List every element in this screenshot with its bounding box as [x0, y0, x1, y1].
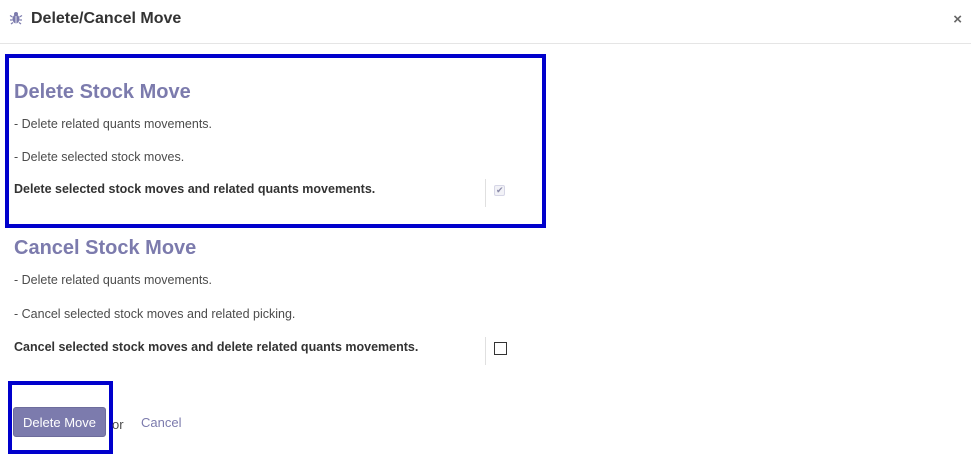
field-separator — [485, 179, 486, 207]
or-text: or — [112, 417, 124, 432]
bug-icon — [9, 11, 23, 25]
cancel-desc-line-1: - Delete related quants movements. — [14, 273, 213, 287]
checkmark-icon: ✔ — [496, 185, 504, 195]
field-separator — [485, 337, 486, 365]
cancel-desc-line-2: - Cancel selected stock moves and relate… — [14, 307, 296, 321]
delete-desc-line-1: - Delete related quants movements. — [14, 117, 213, 131]
delete-section-title: Delete Stock Move — [14, 81, 191, 103]
cancel-checkbox[interactable] — [494, 342, 507, 355]
dialog-header: Delete/Cancel Move × — [0, 0, 971, 44]
delete-move-button[interactable]: Delete Move — [13, 407, 106, 437]
cancel-section-title: Cancel Stock Move — [14, 237, 197, 259]
delete-desc-line-2: - Delete selected stock moves. — [14, 150, 185, 164]
delete-field-label: Delete selected stock moves and related … — [14, 182, 376, 196]
dialog-title: Delete/Cancel Move — [31, 10, 182, 27]
close-icon[interactable]: × — [953, 11, 962, 28]
cancel-link[interactable]: Cancel — [141, 415, 181, 430]
delete-checkbox[interactable]: ✔ — [494, 185, 505, 196]
cancel-field-label: Cancel selected stock moves and delete r… — [14, 340, 419, 354]
